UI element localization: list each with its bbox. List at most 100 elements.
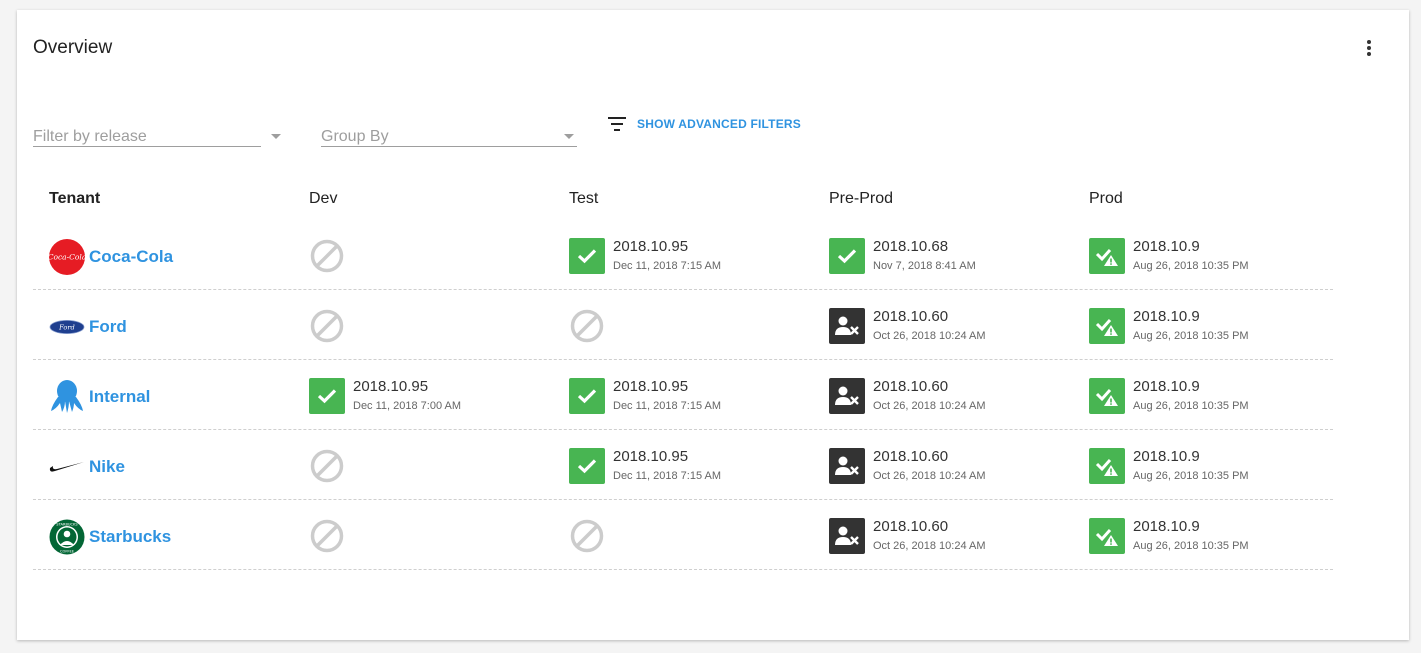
svg-text:COFFEE: COFFEE xyxy=(60,550,75,554)
release-info[interactable]: 2018.10.9 Aug 26, 2018 10:35 PM xyxy=(1133,518,1249,554)
tenant-table: Tenant Dev Test Pre-Prod Prod Coca-Cola C… xyxy=(33,180,1333,570)
tenant-link[interactable]: Nike xyxy=(49,449,125,485)
release-version: 2018.10.60 xyxy=(873,518,949,535)
nike-logo xyxy=(49,449,85,485)
release-info[interactable]: 2018.10.9 Aug 26, 2018 10:35 PM xyxy=(1133,448,1249,484)
success-warning-icon[interactable] xyxy=(1089,518,1125,554)
release-date: Dec 11, 2018 7:00 AM xyxy=(353,400,462,412)
groupby-select[interactable]: Group By xyxy=(321,118,577,147)
success-check-icon[interactable] xyxy=(829,238,865,274)
release-date: Nov 7, 2018 8:41 AM xyxy=(873,260,976,272)
release-version: 2018.10.9 xyxy=(1133,518,1200,535)
deployment-cell-pre-prod: 2018.10.60 Oct 26, 2018 10:24 AM xyxy=(829,378,986,418)
failed-deployment-icon[interactable] xyxy=(829,448,865,484)
card-title: Overview xyxy=(33,37,113,58)
release-date: Dec 11, 2018 7:15 AM xyxy=(613,470,722,482)
success-check-icon[interactable] xyxy=(309,378,345,414)
column-header-test: Test xyxy=(569,190,599,207)
release-info[interactable]: 2018.10.60 Oct 26, 2018 10:24 AM xyxy=(873,378,986,414)
release-version: 2018.10.9 xyxy=(1133,308,1200,325)
success-warning-icon[interactable] xyxy=(1089,378,1125,414)
tenant-link[interactable]: Coca-Cola Coca-Cola xyxy=(49,239,173,275)
tenant-name: Internal xyxy=(89,387,151,406)
success-warning-icon[interactable] xyxy=(1089,448,1125,484)
release-info[interactable]: 2018.10.60 Oct 26, 2018 10:24 AM xyxy=(873,518,986,554)
release-info[interactable]: 2018.10.9 Aug 26, 2018 10:35 PM xyxy=(1133,378,1249,414)
ford-logo: Ford xyxy=(49,309,85,345)
table-header: Tenant Dev Test Pre-Prod Prod xyxy=(33,180,1333,220)
deployment-cell-pre-prod: 2018.10.60 Oct 26, 2018 10:24 AM xyxy=(829,308,986,348)
success-warning-icon[interactable] xyxy=(1089,308,1125,344)
release-info[interactable]: 2018.10.60 Oct 26, 2018 10:24 AM xyxy=(873,308,986,344)
release-date: Dec 11, 2018 7:15 AM xyxy=(613,260,722,272)
release-info[interactable]: 2018.10.68 Nov 7, 2018 8:41 AM xyxy=(873,238,976,274)
svg-text:STARBUCKS: STARBUCKS xyxy=(56,522,78,526)
release-info[interactable]: 2018.10.60 Oct 26, 2018 10:24 AM xyxy=(873,448,986,484)
octopus-logo xyxy=(49,379,85,415)
release-info[interactable]: 2018.10.95 Dec 11, 2018 7:15 AM xyxy=(613,378,721,414)
more-options-icon[interactable] xyxy=(1359,38,1379,60)
table-row: STARBUCKS COFFEE Starbucks 2018.10.60 Oct 26… xyxy=(33,500,1333,570)
tenant-name: Coca-Cola xyxy=(89,247,174,266)
release-info[interactable]: 2018.10.95 Dec 11, 2018 7:00 AM xyxy=(353,378,461,414)
release-info[interactable]: 2018.10.9 Aug 26, 2018 10:35 PM xyxy=(1133,238,1249,274)
deployment-cell-pre-prod: 2018.10.68 Nov 7, 2018 8:41 AM xyxy=(829,238,976,278)
deployment-cell-prod: 2018.10.9 Aug 26, 2018 10:35 PM xyxy=(1089,238,1249,278)
tenant-name: Nike xyxy=(89,457,125,476)
failed-deployment-icon[interactable] xyxy=(829,518,865,554)
deployment-cell-pre-prod: 2018.10.60 Oct 26, 2018 10:24 AM xyxy=(829,518,986,558)
release-version: 2018.10.95 xyxy=(613,378,689,395)
filter-bar: Filter by release Group By SHOW ADVANCED… xyxy=(33,110,933,160)
table-row: Internal 2018.10.95 Dec 11, 2018 7:00 AM 20… xyxy=(33,360,1333,430)
svg-text:Coca-Cola: Coca-Cola xyxy=(49,253,85,262)
success-check-icon[interactable] xyxy=(569,378,605,414)
tenant-link[interactable]: Internal xyxy=(49,379,150,415)
table-row: Coca-Cola Coca-Cola 2018.10.95 Dec 11, 2018… xyxy=(33,220,1333,290)
not-deployed-icon xyxy=(309,448,345,484)
tenant-link[interactable]: STARBUCKS COFFEE Starbucks xyxy=(49,519,171,555)
deployment-cell-test: 2018.10.95 Dec 11, 2018 7:15 AM xyxy=(569,448,721,488)
table-body: Coca-Cola Coca-Cola 2018.10.95 Dec 11, 2018… xyxy=(33,220,1333,570)
failed-deployment-icon[interactable] xyxy=(829,308,865,344)
success-check-icon[interactable] xyxy=(569,448,605,484)
release-info[interactable]: 2018.10.9 Aug 26, 2018 10:35 PM xyxy=(1133,308,1249,344)
release-date: Aug 26, 2018 10:35 PM xyxy=(1133,540,1249,552)
deployment-cell-prod: 2018.10.9 Aug 26, 2018 10:35 PM xyxy=(1089,448,1249,488)
deployment-cell-dev xyxy=(309,308,345,348)
release-info[interactable]: 2018.10.95 Dec 11, 2018 7:15 AM xyxy=(613,448,721,484)
deployment-cell-dev xyxy=(309,448,345,488)
deployment-cell-test xyxy=(569,518,605,558)
starbucks-logo: STARBUCKS COFFEE xyxy=(49,519,85,555)
deployment-cell-dev: 2018.10.95 Dec 11, 2018 7:00 AM xyxy=(309,378,461,418)
release-version: 2018.10.9 xyxy=(1133,378,1200,395)
release-filter-select[interactable]: Filter by release xyxy=(33,118,281,147)
coca-cola-logo: Coca-Cola xyxy=(49,239,85,275)
deployment-cell-prod: 2018.10.9 Aug 26, 2018 10:35 PM xyxy=(1089,378,1249,418)
tenant-link[interactable]: Ford Ford xyxy=(49,309,127,345)
success-warning-icon[interactable] xyxy=(1089,238,1125,274)
release-date: Oct 26, 2018 10:24 AM xyxy=(873,470,986,482)
overview-card: Overview Filter by release Group By SHOW… xyxy=(17,10,1409,640)
release-date: Aug 26, 2018 10:35 PM xyxy=(1133,330,1249,342)
release-version: 2018.10.60 xyxy=(873,378,949,395)
release-info[interactable]: 2018.10.95 Dec 11, 2018 7:15 AM xyxy=(613,238,721,274)
show-advanced-filters-button[interactable]: SHOW ADVANCED FILTERS xyxy=(607,112,801,136)
deployment-cell-test: 2018.10.95 Dec 11, 2018 7:15 AM xyxy=(569,238,721,278)
svg-text:Ford: Ford xyxy=(58,323,75,331)
not-deployed-icon xyxy=(309,308,345,344)
chevron-down-icon xyxy=(564,134,574,139)
failed-deployment-icon[interactable] xyxy=(829,378,865,414)
column-header-prod: Prod xyxy=(1089,190,1123,207)
release-version: 2018.10.95 xyxy=(613,448,689,465)
deployment-cell-prod: 2018.10.9 Aug 26, 2018 10:35 PM xyxy=(1089,518,1249,558)
success-check-icon[interactable] xyxy=(569,238,605,274)
release-version: 2018.10.60 xyxy=(873,308,949,325)
table-row: Nike 2018.10.95 Dec 11, 2018 7:15 AM 2018.1… xyxy=(33,430,1333,500)
advanced-filters-label: SHOW ADVANCED FILTERS xyxy=(637,117,801,131)
column-header-dev: Dev xyxy=(309,190,338,207)
filter-icon xyxy=(607,117,627,131)
chevron-down-icon xyxy=(271,134,281,139)
column-header-pre-prod: Pre-Prod xyxy=(829,190,894,207)
table-row: Ford Ford 2018.10.60 Oct 26, 2018 10:24 AM 2… xyxy=(33,290,1333,360)
release-version: 2018.10.95 xyxy=(353,378,429,395)
